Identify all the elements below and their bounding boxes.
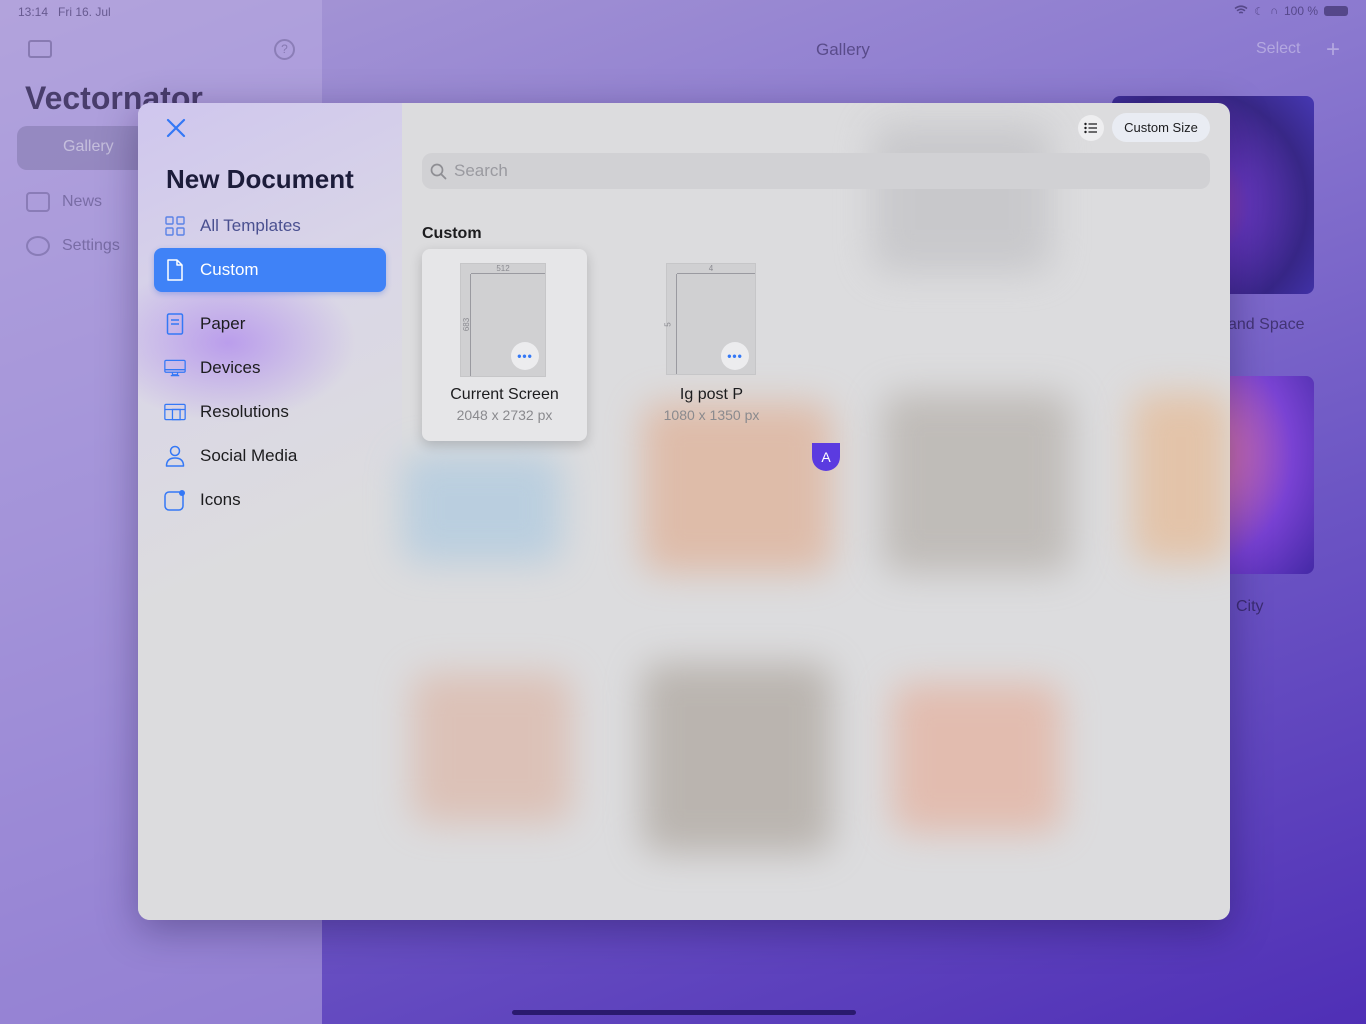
search-input[interactable] xyxy=(454,161,1194,181)
bg-gallery-label: City xyxy=(1236,598,1264,615)
bg-nav-settings-label: Settings xyxy=(62,237,120,254)
person-icon xyxy=(164,445,186,467)
sidebar-item-label: Devices xyxy=(200,358,261,377)
blurred-thumbnail xyxy=(1132,393,1230,563)
monitor-icon xyxy=(164,357,186,379)
dimension-height-label: 5 xyxy=(663,322,673,327)
custom-size-button[interactable]: Custom Size xyxy=(1112,113,1210,142)
template-size: 1080 x 1350 px xyxy=(663,407,760,423)
bg-header-title: Gallery xyxy=(816,40,870,59)
sidebar-toggle-icon[interactable] xyxy=(28,40,52,58)
modal-main: Custom Size Custom 512 683 ••• Current S… xyxy=(402,103,1230,920)
help-icon[interactable]: ? xyxy=(274,39,295,60)
blurred-thumbnail xyxy=(402,453,562,563)
blurred-thumbnail xyxy=(882,393,1072,573)
headphones-icon: ∩ xyxy=(1270,5,1278,17)
template-name: Current Screen xyxy=(450,386,559,403)
app-icon xyxy=(164,489,186,511)
sidebar-item-label: All Templates xyxy=(200,216,301,235)
sidebar-item-label: Social Media xyxy=(200,446,298,465)
wifi-icon xyxy=(1234,4,1248,18)
blurred-thumbnail xyxy=(892,683,1062,833)
modal-title: New Document xyxy=(166,164,354,194)
badge: A xyxy=(812,443,840,471)
template-size: 2048 x 2732 px xyxy=(456,407,553,423)
news-icon xyxy=(26,192,50,212)
bg-nav-news-label: News xyxy=(62,193,103,210)
sidebar-item-devices[interactable]: Devices xyxy=(154,346,386,390)
sidebar-item-custom[interactable]: Custom xyxy=(154,248,386,292)
search-bar[interactable] xyxy=(422,153,1210,189)
close-icon xyxy=(166,118,186,138)
search-icon xyxy=(430,162,448,180)
sidebar-item-resolutions[interactable]: Resolutions xyxy=(154,390,386,434)
bg-add-icon[interactable]: + xyxy=(1326,36,1340,64)
battery-icon xyxy=(1324,6,1348,16)
section-title: Custom xyxy=(422,225,482,242)
sidebar-item-icons[interactable]: Icons xyxy=(154,478,386,522)
dimension-height-label: 683 xyxy=(462,317,472,332)
moon-icon: ☾ xyxy=(1254,5,1265,18)
dimension-height-line xyxy=(676,274,677,374)
sidebar-item-social-media[interactable]: Social Media xyxy=(154,434,386,478)
more-options-button[interactable]: ••• xyxy=(721,342,749,370)
blurred-thumbnail xyxy=(412,673,572,823)
bg-nav-gallery[interactable]: Gallery xyxy=(17,126,147,170)
status-bar: 13:14 Fri 16. Jul ☾ ∩ 100 % xyxy=(0,0,1366,24)
bg-nav-settings[interactable]: Settings xyxy=(26,236,120,256)
status-time: 13:14 xyxy=(18,5,49,19)
modal-sidebar: New Document All Templates Custom Paper … xyxy=(138,103,402,920)
bg-gallery-label: and Space xyxy=(1228,316,1305,333)
blurred-thumbnail xyxy=(872,123,1052,273)
grid-icon xyxy=(164,215,186,237)
dimension-width-line xyxy=(471,273,545,274)
sidebar-item-label: Paper xyxy=(200,314,246,333)
more-options-button[interactable]: ••• xyxy=(511,342,539,370)
blurred-thumbnail xyxy=(642,663,832,853)
list-icon xyxy=(1084,122,1097,134)
sidebar-item-label: Resolutions xyxy=(200,402,289,421)
battery-percent: 100 % xyxy=(1283,4,1318,18)
status-right: ☾ ∩ 100 % xyxy=(1234,4,1348,18)
sidebar-item-paper[interactable]: Paper xyxy=(154,302,386,346)
template-card-ig-post[interactable]: 4 5 ••• Ig post P 1080 x 1350 px xyxy=(629,249,794,441)
ellipsis-icon: ••• xyxy=(517,349,533,363)
dimension-width-line xyxy=(677,273,755,274)
template-name: Ig post P xyxy=(679,386,744,403)
ellipsis-icon: ••• xyxy=(727,349,743,363)
bg-nav-news[interactable]: News xyxy=(26,192,102,212)
sidebar-item-label: Icons xyxy=(200,490,241,509)
status-date: Fri 16. Jul xyxy=(58,5,111,19)
document-icon xyxy=(164,259,186,281)
home-indicator[interactable] xyxy=(512,1010,856,1015)
resolution-icon xyxy=(164,401,186,423)
new-document-modal: New Document All Templates Custom Paper … xyxy=(138,103,1230,920)
paper-icon xyxy=(164,313,186,335)
gear-icon xyxy=(26,236,50,256)
dimension-width-label: 512 xyxy=(496,264,510,273)
sidebar-item-all-templates[interactable]: All Templates xyxy=(154,204,386,248)
list-view-button[interactable] xyxy=(1078,115,1104,141)
close-button[interactable] xyxy=(164,117,188,141)
template-card-current-screen[interactable]: 512 683 ••• Current Screen 2048 x 2732 p… xyxy=(422,249,587,441)
dimension-width-label: 4 xyxy=(708,264,714,273)
bg-select-button[interactable]: Select xyxy=(1256,40,1300,58)
sidebar-item-label: Custom xyxy=(200,260,259,279)
